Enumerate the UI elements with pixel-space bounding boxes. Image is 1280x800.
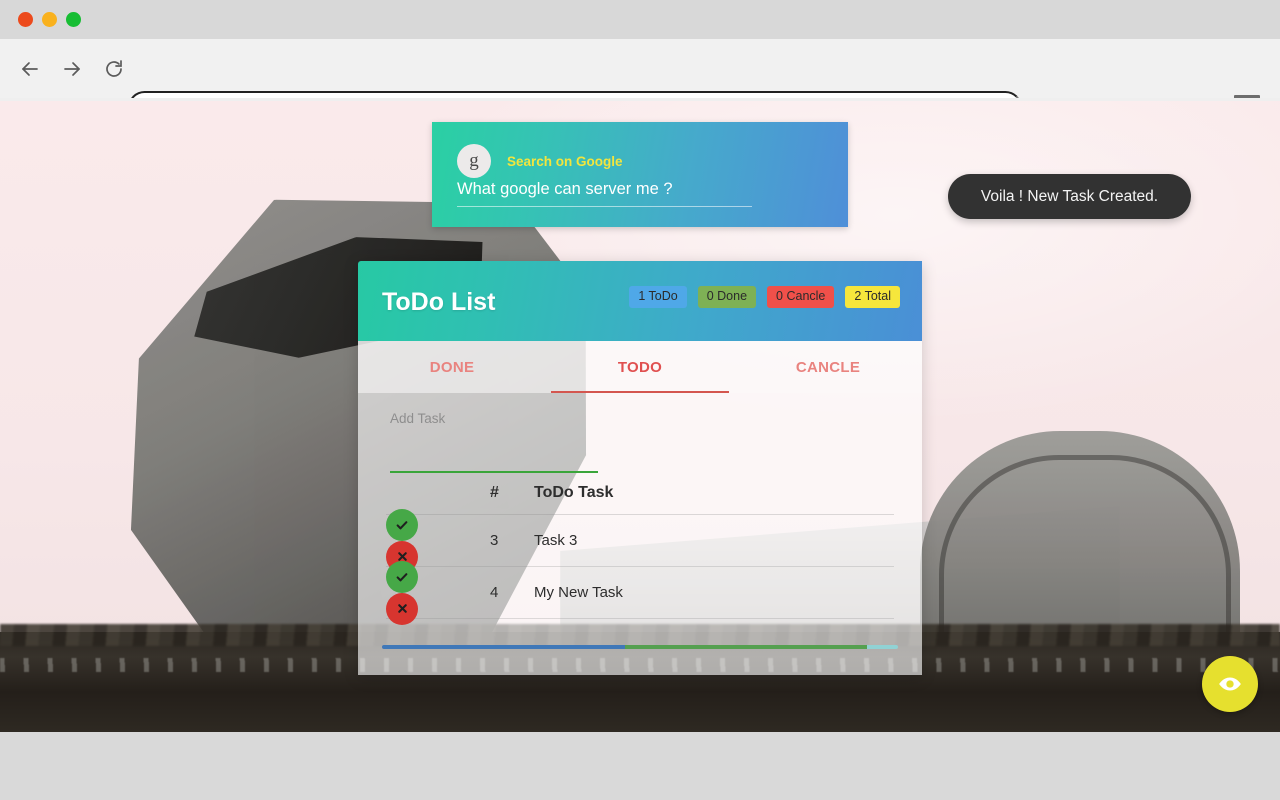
row-actions [386,560,490,625]
navigation-controls [14,53,130,85]
google-card-label: Search on Google [507,153,623,169]
tab-cancle[interactable]: CANCLE [734,343,922,392]
back-arrow-icon[interactable] [14,53,46,85]
todo-card-body: DONE TODO CANCLE # ToDo Task [358,341,922,675]
google-card-header: g Search on Google [457,144,623,178]
todo-card: ToDo List 1 ToDo 0 Done 0 Cancle 2 Total… [358,261,922,675]
google-search-card: g Search on Google [432,122,848,227]
app-screen: g Search on Google Voila ! New Task Crea… [0,0,1280,800]
row-task: Task 3 [534,532,578,549]
status-badge-todo: 1 ToDo [629,286,687,308]
progress-segment-green [624,645,868,649]
browser-toolbar [0,39,1280,124]
toast-notification: Voila ! New Task Created. [948,174,1191,219]
check-icon[interactable] [386,560,418,593]
reload-icon[interactable] [98,53,130,85]
tab-done[interactable]: DONE [358,343,546,392]
page-title: ToDo List [382,288,496,316]
check-icon[interactable] [386,508,418,541]
table-row: 4 My New Task [386,560,894,625]
google-avatar: g [457,144,491,178]
add-task-section [358,393,922,478]
minimize-window-button[interactable] [42,12,57,27]
todo-card-header: ToDo List 1 ToDo 0 Done 0 Cancle 2 Total [358,261,922,341]
status-badge-total: 2 Total [845,286,900,308]
window-traffic-lights [18,12,81,27]
status-badges: 1 ToDo 0 Done 0 Cancle 2 Total [629,286,900,308]
tab-todo[interactable]: TODO [546,343,734,392]
progress-segment-blue [382,645,625,649]
forward-arrow-icon[interactable] [56,53,88,85]
table-row: 3 Task 3 [386,508,894,573]
add-task-input[interactable] [390,411,598,473]
toast-message: Voila ! New Task Created. [980,187,1159,205]
todo-table: # ToDo Task 3 Task 3 4 My New Task [358,478,922,625]
table-header-num: # [490,484,499,501]
browser-titlebar [0,0,1280,39]
maximize-window-button[interactable] [66,12,81,27]
status-badge-done: 0 Done [697,286,757,308]
todo-tabs: DONE TODO CANCLE [358,341,922,393]
cross-icon[interactable] [386,592,418,625]
eye-icon[interactable] [1202,656,1258,712]
google-query-input[interactable] [457,180,752,207]
row-number: 3 [490,532,499,549]
progress-bar [382,645,898,649]
row-task: My New Task [534,584,623,601]
status-badge-cancle: 0 Cancle [767,286,835,308]
table-header-task: ToDo Task [534,484,614,501]
row-number: 4 [490,584,499,601]
progress-segment-teal [867,645,898,649]
close-window-button[interactable] [18,12,33,27]
